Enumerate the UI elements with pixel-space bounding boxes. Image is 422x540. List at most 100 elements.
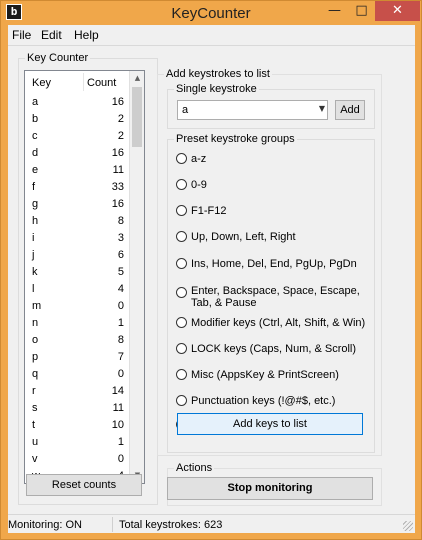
column-header-count[interactable]: Count	[87, 77, 116, 89]
radio-icon[interactable]	[176, 179, 187, 190]
menu-help[interactable]: Help	[74, 28, 99, 42]
list-item[interactable]: b2	[25, 110, 130, 127]
column-header-key[interactable]: Key	[32, 77, 51, 89]
resize-grip-icon[interactable]	[403, 521, 413, 531]
column-divider[interactable]	[83, 73, 84, 91]
list-item[interactable]: v0	[25, 450, 130, 467]
maximize-button[interactable]: □	[348, 1, 375, 21]
list-item[interactable]: u1	[25, 433, 130, 450]
list-item-count: 6	[117, 249, 124, 261]
list-item-key: s	[32, 402, 38, 414]
radio-icon[interactable]	[176, 287, 187, 298]
menu-edit[interactable]: Edit	[41, 28, 62, 42]
list-item[interactable]: n1	[25, 314, 130, 331]
list-item[interactable]: s 11	[25, 399, 130, 416]
list-item-key: n	[32, 317, 39, 329]
close-button[interactable]: ✕	[375, 1, 420, 21]
total-keystrokes: Total keystrokes: 623	[119, 519, 223, 531]
add-keystrokes-group-label: Add keystrokes to list	[164, 68, 272, 80]
list-item-key: i	[32, 232, 35, 244]
list-item-key: q	[32, 368, 39, 380]
monitoring-status: Monitoring: ON	[8, 519, 82, 531]
preset-option-label: Modifier keys (Ctrl, Alt, Shift, & Win)	[191, 317, 366, 329]
list-item[interactable]: e 11	[25, 161, 130, 178]
list-item-key: o	[32, 334, 39, 346]
title-bar[interactable]: b KeyCounter — □ ✕	[1, 1, 421, 25]
key-counter-group-label: Key Counter	[25, 52, 91, 64]
list-item[interactable]: r 14	[25, 382, 130, 399]
minimize-button[interactable]: —	[321, 1, 348, 21]
chevron-down-icon[interactable]: ▼	[319, 104, 325, 113]
stop-monitoring-button[interactable]: Stop monitoring	[167, 477, 373, 500]
list-item-key: a	[32, 96, 39, 108]
list-item[interactable]: k5	[25, 263, 130, 280]
radio-icon[interactable]	[176, 205, 187, 216]
key-count-list[interactable]: Key Count a 16 b 2 c 2 d 16 e 11 f 33 g 16 h 8 i 3 j 6 k 5 l 4 m…	[24, 70, 145, 484]
list-item[interactable]: c2	[25, 127, 130, 144]
status-divider	[112, 517, 113, 532]
preset-option-label: Enter, Backspace, Space, Escape, Tab, & …	[191, 285, 360, 309]
preset-option-label: F1-F12	[191, 205, 227, 217]
keystroke-dropdown-value: a	[182, 104, 189, 116]
list-item-key: t	[32, 419, 36, 431]
radio-icon[interactable]	[176, 369, 187, 380]
list-item[interactable]: g 16	[25, 195, 130, 212]
list-item-key: u	[32, 436, 39, 448]
app-window: b KeyCounter — □ ✕ File Edit Help Key Co…	[0, 0, 422, 540]
list-item-count: 8	[117, 215, 124, 227]
list-item-count: 2	[117, 130, 124, 142]
list-item[interactable]: h8	[25, 212, 130, 229]
list-item-count: 0	[117, 453, 124, 465]
scrollbar-thumb[interactable]	[132, 87, 142, 147]
preset-option-label: Misc (AppsKey & PrintScreen)	[191, 369, 339, 381]
preset-option-label: Punctuation keys (!@#$, etc.)	[191, 395, 336, 407]
status-bar: Monitoring: ON Total keystrokes: 623	[8, 514, 415, 533]
list-item-key: c	[32, 130, 38, 142]
list-item[interactable]: j6	[25, 246, 130, 263]
list-item[interactable]: d 16	[25, 144, 130, 161]
list-item-count: 0	[117, 300, 124, 312]
list-item-key: v	[32, 453, 38, 465]
list-item[interactable]: l4	[25, 280, 130, 297]
list-item-key: k	[32, 266, 38, 278]
list-item-key: j	[32, 249, 35, 261]
list-item[interactable]: o8	[25, 331, 130, 348]
list-item[interactable]: t 10	[25, 416, 130, 433]
list-item-count: 14	[111, 385, 124, 397]
list-item-count: 11	[112, 164, 124, 176]
client-area: File Edit Help Key Counter Key Count a 16…	[8, 25, 415, 533]
list-item-key: l	[32, 283, 35, 295]
add-keys-to-list-button[interactable]: Add keys to list	[177, 413, 363, 435]
radio-icon[interactable]	[176, 343, 187, 354]
list-item-count: 1	[117, 436, 124, 448]
list-item[interactable]: q0	[25, 365, 130, 382]
scroll-up-icon[interactable]: ▲	[130, 71, 144, 86]
reset-counts-button[interactable]: Reset counts	[26, 474, 142, 496]
list-item[interactable]: f 33	[25, 178, 130, 195]
list-item-key: h	[32, 215, 39, 227]
list-item-count: 0	[117, 368, 124, 380]
list-item-count: 10	[111, 419, 124, 431]
list-rows: a 16 b 2 c 2 d 16 e 11 f 33 g 16 h 8 i 3 j 6 k 5 l 4 m 0 n 1 o 8 p 7 q 0 r…	[25, 93, 130, 483]
keystroke-dropdown[interactable]: a ▼	[177, 100, 328, 120]
list-item-count: 4	[117, 283, 124, 295]
list-item-key: g	[32, 198, 39, 210]
add-button[interactable]: Add	[335, 100, 365, 120]
radio-icon[interactable]	[176, 153, 187, 164]
radio-icon[interactable]	[176, 317, 187, 328]
list-item-count: 2	[117, 113, 124, 125]
radio-icon[interactable]	[176, 231, 187, 242]
list-item-count: 7	[117, 351, 124, 363]
list-item[interactable]: i3	[25, 229, 130, 246]
vertical-scrollbar[interactable]: ▲ ▼	[129, 71, 144, 483]
list-item[interactable]: m0	[25, 297, 130, 314]
list-item-count: 11	[112, 402, 124, 414]
list-item[interactable]: a 16	[25, 93, 130, 110]
radio-icon[interactable]	[176, 258, 187, 269]
list-item-key: b	[32, 113, 39, 125]
preset-option-label: a-z	[191, 153, 207, 165]
list-item-count: 16	[111, 198, 124, 210]
menu-file[interactable]: File	[12, 28, 31, 42]
radio-icon[interactable]	[176, 395, 187, 406]
list-item[interactable]: p7	[25, 348, 130, 365]
